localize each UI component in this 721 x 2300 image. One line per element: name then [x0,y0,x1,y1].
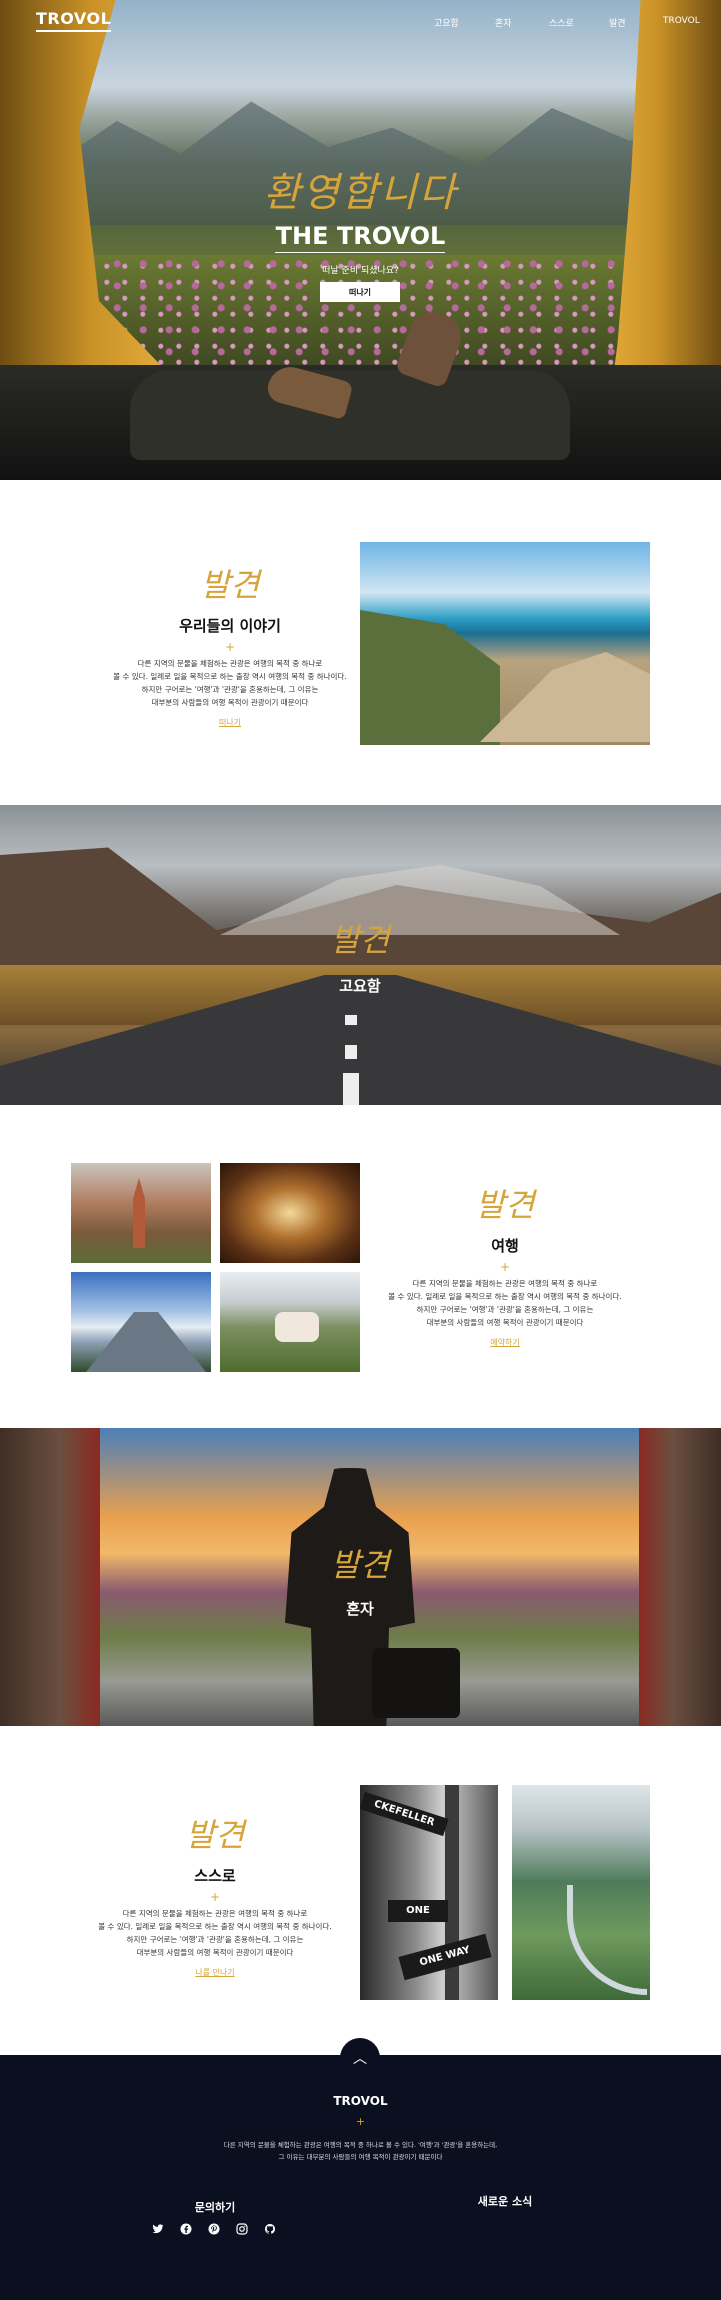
alone-suitcase [372,1648,460,1718]
nav-item-trovol[interactable]: TROVOL [663,16,700,26]
travel-text-line: 하지만 구어로는 '여행'과 '관광'을 혼용하는데, 그 이유는 [416,1305,594,1314]
street-sign-photo: CKEFELLER ONE ONE WAY [360,1785,498,2000]
street-sign-one: ONE [388,1900,448,1922]
footer-plus: + [355,2115,366,2128]
footer [0,2055,721,2300]
calm-script: 발견 [330,921,390,959]
coast-cliff [360,610,500,745]
footer-logo: TROVOL [333,2094,388,2108]
road-marking [345,1015,357,1025]
nav-item-discover[interactable]: 발견 [609,16,626,29]
road-marking [343,1073,359,1105]
volcano-photo [71,1272,211,1372]
self-plus: + [209,1890,221,1904]
alone-script: 발견 [330,1546,390,1584]
street-sign-name: CKEFELLER [360,1791,449,1837]
footer-news-heading: 새로운 소식 [477,2195,533,2208]
travel-plus: + [499,1260,511,1274]
travel-text: 다른 지역의 문물을 체험하는 관광은 여행의 목적 중 하나로 볼 수 있다.… [370,1277,640,1329]
self-script: 발견 [185,1816,245,1854]
valley-river [567,1885,647,1995]
chapel-tower [133,1178,145,1248]
twitter-icon[interactable] [150,2223,166,2239]
self-text: 다른 지역의 문물을 체험하는 관광은 여행의 목적 중 하나로 볼 수 있다.… [80,1907,350,1959]
footer-text-line: 다른 지역의 문물을 체험하는 관광은 여행의 목적 중 하나로 볼 수 있다.… [223,2141,498,2149]
coast-photo [360,542,650,745]
travel-book-link[interactable]: 예약하기 [405,1337,605,1348]
footer-contact-heading: 문의하기 [194,2201,236,2214]
story-link[interactable]: 떠나기 [130,717,330,728]
story-script: 발견 [200,566,260,604]
chapel-photo [71,1163,211,1263]
travel-text-line: 다른 지역의 문물을 체험하는 관광은 여행의 목적 중 하나로 [412,1279,598,1288]
story-text-line: 볼 수 있다. 일례로 일을 목적으로 하는 출장 역시 여행의 목적 중 하나… [113,672,347,681]
story-text-line: 대부분의 사람들의 여행 목적이 관광이기 때문이다 [151,698,309,707]
hero-script-heading: 환영합니다 [263,170,458,216]
facebook-icon[interactable] [178,2223,194,2239]
coast-path [480,652,650,742]
top-navbar: TROVOL 고요함 혼자 스스로 발견 TROVOL [0,0,721,40]
story-plus: + [224,640,236,654]
footer-text-line: 그 이유는 대부분의 사람들의 여행 목적이 관광이기 때문이다 [278,2153,443,2161]
hero-title: THE TROVOL [275,222,446,250]
cow-figure [275,1312,319,1342]
hero-depart-button[interactable]: 떠나기 [320,282,400,302]
nav-item-self[interactable]: 스스로 [549,16,574,29]
self-text-line: 다른 지역의 문물을 체험하는 관광은 여행의 목적 중 하나로 [122,1909,308,1918]
footer-text: 다른 지역의 문물을 체험하는 관광은 여행의 목적 중 하나로 볼 수 있다.… [0,2139,721,2163]
logo[interactable]: TROVOL [36,9,112,32]
scroll-top-button[interactable]: ︿ [340,2038,380,2078]
self-text-line: 하지만 구어로는 '여행'과 '관광'을 혼용하는데, 그 이유는 [126,1935,304,1944]
road-marking [345,1045,357,1059]
alone-wall-left [0,1428,100,1726]
church-interior-photo [220,1163,360,1263]
instagram-icon[interactable] [234,2223,250,2239]
calm-title: 고요함 [339,977,381,995]
travel-text-line: 볼 수 있다. 일례로 일을 목적으로 하는 출장 역시 여행의 목적 중 하나… [388,1292,622,1301]
self-meet-link[interactable]: 나를 만나기 [115,1967,315,1978]
story-title: 우리들의 이야기 [179,617,281,635]
alone-title: 혼자 [346,1600,374,1618]
volcano-cone [86,1312,206,1372]
story-text: 다른 지역의 문물을 체험하는 관광은 여행의 목적 중 하나로 볼 수 있다.… [95,657,365,709]
story-text-line: 다른 지역의 문물을 체험하는 관광은 여행의 목적 중 하나로 [137,659,323,668]
github-icon[interactable] [262,2223,278,2239]
self-text-line: 볼 수 있다. 일례로 일을 목적으로 하는 출장 역시 여행의 목적 중 하나… [98,1922,332,1931]
travel-script: 발견 [475,1186,535,1224]
travel-text-line: 대부분의 사람들의 여행 목적이 관광이기 때문이다 [426,1318,584,1327]
pinterest-icon[interactable] [206,2223,222,2239]
self-title: 스스로 [194,1867,236,1885]
travel-title: 여행 [491,1237,519,1255]
nav-item-calm[interactable]: 고요함 [434,16,459,29]
valley-photo [512,1785,650,2000]
story-text-line: 하지만 구어로는 '여행'과 '관광'을 혼용하는데, 그 이유는 [141,685,319,694]
cow-photo [220,1272,360,1372]
nav-item-alone[interactable]: 혼자 [495,16,512,29]
self-text-line: 대부분의 사람들의 여행 목적이 관광이기 때문이다 [136,1948,294,1957]
hero-divider [275,252,445,253]
alone-wall-right [639,1428,721,1726]
hero-subtitle: 떠날 준비 되셨나요? [322,266,399,276]
